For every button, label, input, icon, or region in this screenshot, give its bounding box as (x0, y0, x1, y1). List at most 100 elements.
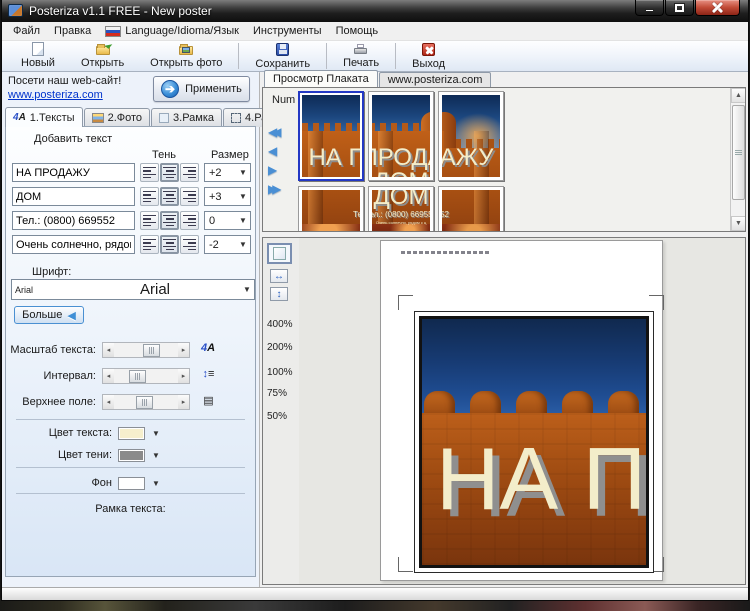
zoom-200[interactable]: 200% (267, 342, 295, 353)
menu-edit[interactable]: Правка (47, 23, 98, 39)
photo-frame: НА ПРОДАЖУ (414, 311, 654, 573)
shadow-color-swatch[interactable] (118, 449, 145, 462)
align-right-button[interactable] (180, 235, 199, 254)
tile-5[interactable]: НА ПРОДАЖУ ДОМ Тел.: (0800) 669552 Очень… (368, 186, 434, 232)
chevron-down-icon: ▼ (239, 240, 248, 249)
align-right-button[interactable] (180, 163, 199, 182)
poster-text-line1: НА ПРОДАЖУ (442, 146, 500, 170)
tab-poster-preview[interactable]: Просмотр Плаката (264, 70, 378, 87)
top-margin-slider[interactable]: ◂ ▸ (102, 394, 190, 410)
align-left-button[interactable] (140, 163, 159, 182)
chevron-down-icon: ▼ (239, 216, 248, 225)
align-center-button[interactable] (160, 211, 179, 230)
align-center-button[interactable] (160, 187, 179, 206)
exit-button[interactable]: Выход (399, 41, 458, 71)
chevron-down-icon[interactable]: ▼ (152, 479, 160, 488)
menu-file[interactable]: Файл (6, 23, 47, 39)
poster-photo: НА ПРОДАЖУ ДОМ Тел.: (0800) 669552 Очень… (302, 95, 360, 177)
shadow-column-label: Тень (152, 149, 176, 161)
minimize-button[interactable] (635, 0, 664, 16)
tab-frame[interactable]: 3.Рамка (151, 108, 222, 127)
fit-width-button[interactable]: ↔ (270, 269, 288, 283)
text-input-2[interactable] (12, 187, 135, 206)
size-select-4[interactable]: -2▼ (204, 235, 251, 254)
align-group-4 (140, 235, 199, 254)
slider-thumb[interactable] (136, 396, 153, 409)
first-tile-icon[interactable]: ◀◀ (268, 126, 281, 138)
title-bar[interactable]: Posteriza v1.1 FREE - New poster (2, 0, 748, 22)
website-link[interactable]: www.posteriza.com (8, 89, 103, 101)
tile-2[interactable]: НА ПРОДАЖУ ДОМ Тел.: (0800) 669552 Очень… (368, 91, 434, 181)
tile-1-selected[interactable]: НА ПРОДАЖУ ДОМ Тел.: (0800) 669552 Очень… (298, 91, 364, 181)
tile-4[interactable]: НА ПРОДАЖУ ДОМ Тел.: (0800) 669552 Очень… (298, 186, 364, 232)
slider-right-arrow-icon[interactable]: ▸ (178, 369, 189, 383)
save-button[interactable]: Сохранить (242, 41, 323, 71)
align-right-button[interactable] (180, 187, 199, 206)
open-folder-icon (95, 42, 111, 56)
align-group-3 (140, 211, 199, 230)
poster-photo: НА ПРОДАЖУ ДОМ Тел.: (0800) 669552 Очень… (372, 190, 430, 232)
open-photo-button[interactable]: Открыть фото (137, 41, 235, 71)
chevron-down-icon[interactable]: ▼ (152, 451, 160, 460)
text-input-4[interactable] (12, 235, 135, 254)
tab-photo[interactable]: 2.Фото (84, 108, 150, 127)
last-tile-icon[interactable]: ▶▶ (268, 183, 281, 195)
crop-mark (398, 557, 413, 572)
menu-tools[interactable]: Инструменты (246, 23, 329, 39)
zoom-100[interactable]: 100% (267, 367, 295, 378)
fit-height-button[interactable]: ↕ (270, 287, 288, 301)
align-left-button[interactable] (140, 187, 159, 206)
more-button[interactable]: Больше ◀ (14, 306, 84, 324)
slider-thumb[interactable] (143, 344, 160, 357)
font-select[interactable]: Arial Arial ▼ (11, 279, 255, 300)
slider-right-arrow-icon[interactable]: ▸ (178, 395, 189, 409)
print-button[interactable]: Печать (330, 41, 392, 71)
zoom-400[interactable]: 400% (267, 319, 295, 330)
slider-left-arrow-icon[interactable]: ◂ (103, 343, 114, 357)
size-select-1[interactable]: +2▼ (204, 163, 251, 182)
size-select-2[interactable]: +3▼ (204, 187, 251, 206)
tab-texts[interactable]: 4A 1.Тексты (5, 107, 83, 127)
text-input-1[interactable] (12, 163, 135, 182)
top-margin-row: Верхнее поле: ◂ ▸ ▤ (6, 394, 255, 410)
prev-tile-icon[interactable]: ◀ (268, 145, 281, 157)
scrollbar-thumb[interactable] (732, 105, 745, 200)
new-button[interactable]: Новый (8, 41, 68, 71)
apply-button[interactable]: ➔ Применить (153, 76, 250, 102)
close-button[interactable] (695, 0, 740, 16)
text-scale-icon: 4A (198, 342, 218, 354)
text-input-3[interactable] (12, 211, 135, 230)
menu-language[interactable]: Language/Idioma/Язык (98, 23, 246, 39)
text-color-swatch[interactable] (118, 427, 145, 440)
poster-text-line4: Очень солнечно, рядом с ц (442, 221, 500, 225)
align-left-button[interactable] (140, 211, 159, 230)
slider-thumb[interactable] (129, 370, 146, 383)
slider-left-arrow-icon[interactable]: ◂ (103, 395, 114, 409)
slider-left-arrow-icon[interactable]: ◂ (103, 369, 114, 383)
background-color-swatch[interactable] (118, 477, 145, 490)
next-tile-icon[interactable]: ▶ (268, 164, 281, 176)
scroll-up-icon[interactable]: ▲ (731, 88, 746, 103)
zoom-75[interactable]: 75% (267, 388, 295, 399)
tile-6[interactable]: НА ПРОДАЖУ ДОМ Тел.: (0800) 669552 Очень… (438, 186, 504, 232)
tiles-scrollbar[interactable]: ▲ ▼ (730, 88, 745, 231)
align-center-button[interactable] (160, 235, 179, 254)
menu-help[interactable]: Помощь (329, 23, 386, 39)
zoom-50[interactable]: 50% (267, 411, 295, 422)
open-button[interactable]: Открыть (68, 41, 137, 71)
poster-page[interactable]: НА ПРОДАЖУ (380, 240, 663, 581)
text-scale-slider[interactable]: ◂ ▸ (102, 342, 190, 358)
maximize-button[interactable] (665, 0, 694, 16)
tile-3[interactable]: НА ПРОДАЖУ ДОМ Тел.: (0800) 669552 Очень… (438, 91, 504, 181)
size-select-3[interactable]: 0▼ (204, 211, 251, 230)
align-right-button[interactable] (180, 211, 199, 230)
tab-posteriza-site[interactable]: www.posteriza.com (379, 72, 492, 87)
align-left-button[interactable] (140, 235, 159, 254)
scroll-down-icon[interactable]: ▼ (731, 216, 746, 231)
interval-slider[interactable]: ◂ ▸ (102, 368, 190, 384)
poster-text-line2: ДОМ (372, 170, 430, 177)
align-center-button[interactable] (160, 163, 179, 182)
fit-page-button[interactable] (267, 243, 292, 264)
chevron-down-icon[interactable]: ▼ (152, 429, 160, 438)
slider-right-arrow-icon[interactable]: ▸ (178, 343, 189, 357)
